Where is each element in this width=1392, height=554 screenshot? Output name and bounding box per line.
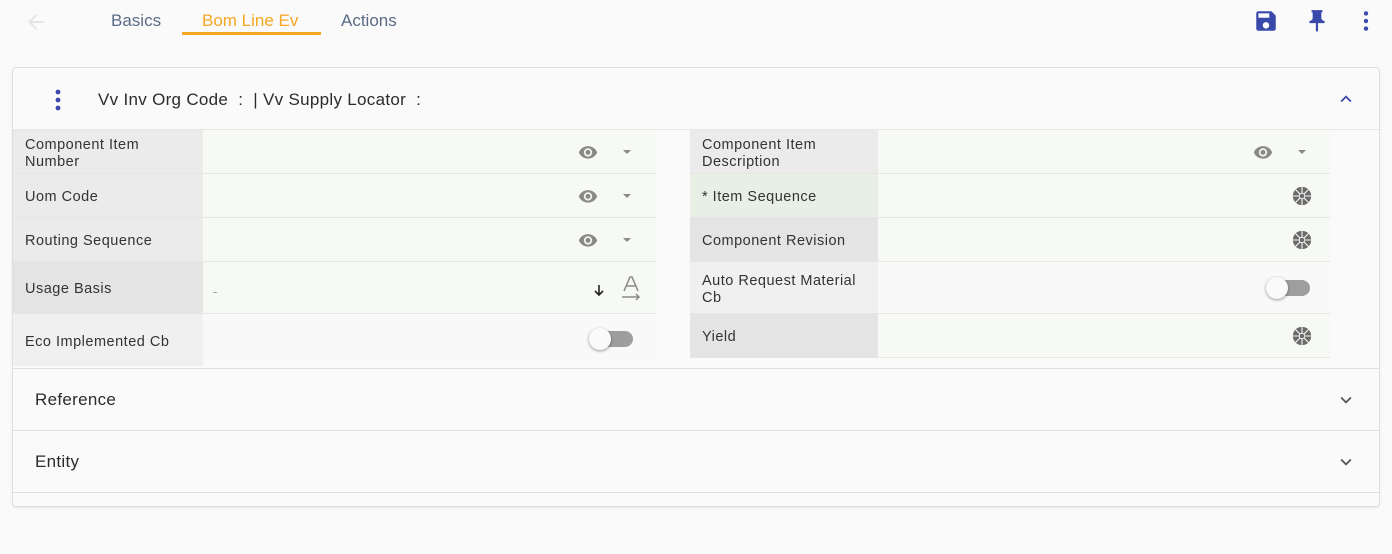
field-label: Eco Implemented Cb bbox=[13, 314, 203, 366]
eye-icon[interactable] bbox=[578, 186, 598, 206]
field-label: Component Revision bbox=[690, 218, 878, 261]
dropdown-caret-icon[interactable] bbox=[622, 191, 632, 201]
bom-line-card: Vv Inv Org Code : | Vv Supply Locator : … bbox=[12, 67, 1380, 507]
pin-icon[interactable] bbox=[1304, 8, 1330, 34]
top-bar: Basics Bom Line Ev Actions bbox=[0, 0, 1392, 50]
section-title: Reference bbox=[35, 390, 117, 409]
field-row: Uom Code bbox=[13, 174, 656, 218]
expand-chevron-down-icon[interactable] bbox=[1335, 451, 1357, 473]
field-row: Usage Basis - bbox=[13, 262, 656, 314]
field-label: * Item Sequence bbox=[690, 174, 878, 217]
yield-input[interactable] bbox=[878, 314, 1330, 357]
more-menu-icon[interactable] bbox=[1353, 8, 1379, 34]
eye-icon[interactable] bbox=[578, 230, 598, 250]
field-label: Component Item Description bbox=[690, 130, 878, 173]
text-format-icon[interactable] bbox=[619, 275, 643, 301]
field-row: Yield bbox=[690, 314, 1330, 358]
field-row: Routing Sequence bbox=[13, 218, 656, 262]
component-revision-input[interactable] bbox=[878, 218, 1330, 261]
dropdown-caret-icon[interactable] bbox=[622, 147, 632, 157]
field-row: Eco Implemented Cb bbox=[13, 314, 656, 366]
section-reference[interactable]: Reference bbox=[13, 368, 1379, 430]
tab-basics[interactable]: Basics bbox=[111, 11, 161, 35]
field-grid: Component Item Number Uom Code Routing S… bbox=[13, 130, 1379, 368]
dropdown-caret-icon[interactable] bbox=[622, 235, 632, 245]
aperture-icon[interactable] bbox=[1291, 185, 1313, 207]
save-icon[interactable] bbox=[1253, 8, 1279, 34]
eco-implemented-toggle[interactable] bbox=[589, 328, 635, 350]
field-label: Routing Sequence bbox=[13, 218, 203, 261]
sort-down-arrow-icon[interactable] bbox=[592, 283, 606, 299]
item-sequence-input[interactable] bbox=[878, 174, 1330, 217]
field-row: * Item Sequence bbox=[690, 174, 1330, 218]
active-tab-indicator bbox=[182, 32, 321, 35]
field-row: Component Item Description bbox=[690, 130, 1330, 174]
field-label: Component Item Number bbox=[13, 130, 203, 173]
back-arrow-icon[interactable] bbox=[24, 10, 48, 34]
eye-icon[interactable] bbox=[578, 142, 598, 162]
usage-basis-input[interactable]: - bbox=[203, 262, 656, 313]
eye-icon[interactable] bbox=[1253, 142, 1273, 162]
dropdown-caret-icon[interactable] bbox=[1297, 147, 1307, 157]
auto-request-material-toggle[interactable] bbox=[1266, 277, 1312, 299]
field-row: Component Item Number bbox=[13, 130, 656, 174]
tab-actions[interactable]: Actions bbox=[341, 11, 397, 35]
field-row: Auto Request Material Cb bbox=[690, 262, 1330, 314]
field-label: Usage Basis bbox=[13, 262, 203, 313]
field-label: Auto Request Material Cb bbox=[690, 262, 878, 313]
section-title: Entity bbox=[35, 452, 80, 471]
auto-request-material-field bbox=[878, 262, 1330, 313]
collapse-chevron-up-icon[interactable] bbox=[1335, 88, 1357, 110]
section-entity[interactable]: Entity bbox=[13, 430, 1379, 492]
card-menu-icon[interactable] bbox=[53, 88, 63, 112]
field-label: Uom Code bbox=[13, 174, 203, 217]
aperture-icon[interactable] bbox=[1291, 325, 1313, 347]
expand-chevron-down-icon[interactable] bbox=[1335, 389, 1357, 411]
aperture-icon[interactable] bbox=[1291, 229, 1313, 251]
section-next bbox=[13, 492, 1379, 554]
field-label: Yield bbox=[690, 314, 878, 357]
card-header-title: Vv Inv Org Code : | Vv Supply Locator : bbox=[98, 90, 422, 109]
field-row: Component Revision bbox=[690, 218, 1330, 262]
card-header: Vv Inv Org Code : | Vv Supply Locator : bbox=[13, 68, 1379, 130]
